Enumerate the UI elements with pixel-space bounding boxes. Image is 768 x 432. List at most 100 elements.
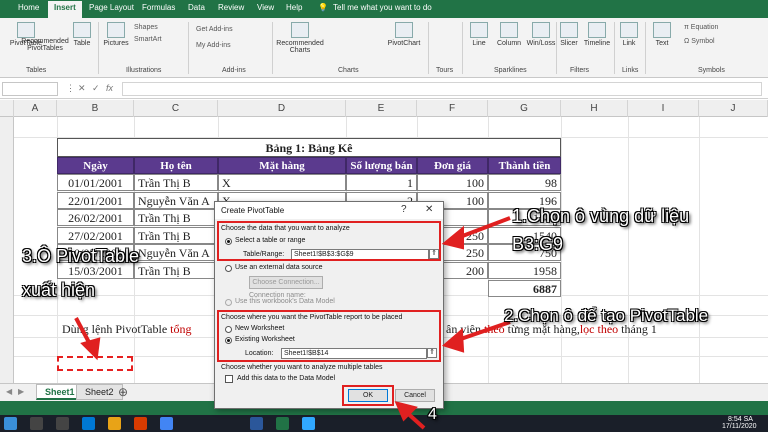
name-box[interactable]: [2, 82, 58, 96]
symbol-button[interactable]: Ω Symbol: [684, 38, 715, 45]
formula-input[interactable]: [122, 82, 762, 96]
recommended-pivottables-button[interactable]: Recommended PivotTables: [20, 38, 70, 52]
my-addins-button[interactable]: My Add-ins: [196, 42, 231, 49]
get-addins-button[interactable]: Get Add-ins: [196, 26, 233, 33]
search-icon[interactable]: [30, 417, 43, 430]
table-cell[interactable]: Nguyễn Văn A: [134, 244, 218, 262]
timeline-button[interactable]: Timeline: [582, 22, 612, 47]
file-explorer-icon[interactable]: [108, 417, 121, 430]
table-header-cell[interactable]: Đơn giá: [417, 157, 488, 174]
insert-function-icon[interactable]: fx: [106, 83, 113, 93]
column-header[interactable]: I: [628, 100, 699, 117]
sparkline-column-button[interactable]: Column: [494, 22, 524, 47]
slicer-button[interactable]: Slicer: [558, 22, 580, 47]
photoshop-icon[interactable]: [302, 417, 315, 430]
column-header[interactable]: E: [346, 100, 417, 117]
table-cell[interactable]: 1: [346, 174, 417, 191]
shapes-button[interactable]: Shapes: [134, 24, 158, 31]
column-header[interactable]: C: [134, 100, 218, 117]
tell-me-search[interactable]: Tell me what you want to do: [333, 3, 432, 12]
scroll-right-icon[interactable]: ▶: [18, 387, 24, 396]
column-header[interactable]: J: [699, 100, 768, 117]
column-header[interactable]: B: [57, 100, 134, 117]
table-header-cell[interactable]: Họ tên: [134, 157, 218, 174]
pivottable-icon: [17, 22, 35, 38]
table-cell[interactable]: Trần Thị B: [134, 226, 218, 244]
tab-formulas[interactable]: Formulas: [142, 3, 175, 12]
close-icon[interactable]: ✕: [425, 204, 433, 215]
table-cell[interactable]: 22/01/2001: [57, 191, 134, 209]
table-cell[interactable]: 100: [417, 174, 488, 191]
sheet-tab-sheet2[interactable]: Sheet2: [76, 384, 123, 400]
pivottable-target-cell[interactable]: [57, 356, 133, 371]
link-button[interactable]: Link: [618, 22, 640, 47]
help-icon[interactable]: ?: [401, 204, 407, 215]
equation-button[interactable]: π Equation: [684, 24, 718, 31]
select-all-corner[interactable]: [0, 100, 14, 117]
table-cell[interactable]: 27/02/2001: [57, 226, 134, 244]
table-icon: [73, 22, 91, 38]
table-cell[interactable]: Trần Thị B: [134, 209, 218, 227]
cancel-button[interactable]: Cancel: [395, 389, 435, 402]
table-cell[interactable]: X: [218, 174, 346, 191]
column-header[interactable]: A: [14, 100, 57, 117]
scroll-left-icon[interactable]: ◀: [6, 387, 12, 396]
column-header[interactable]: F: [417, 100, 488, 117]
table-header-cell[interactable]: Số lượng bán: [346, 157, 417, 174]
table-cell[interactable]: 1958: [488, 262, 561, 279]
tab-home[interactable]: Home: [18, 3, 39, 12]
table-button[interactable]: Table: [70, 22, 94, 47]
group-separator: [614, 22, 615, 74]
table-header-cell[interactable]: Mặt hàng: [218, 157, 346, 174]
table-header-cell[interactable]: Thành tiền: [488, 157, 561, 174]
ribbon-tabs: Home Insert Page Layout Formulas Data Re…: [0, 0, 768, 18]
recommended-charts-button[interactable]: Recommended Charts: [276, 22, 324, 54]
smartart-button[interactable]: SmartArt: [134, 36, 162, 43]
start-icon[interactable]: [4, 417, 17, 430]
table-cell[interactable]: Trần Thị B: [134, 262, 218, 279]
add-data-model-checkbox[interactable]: [225, 375, 233, 383]
picture-icon: [107, 22, 125, 38]
table-total-cell[interactable]: 6887: [488, 280, 561, 297]
text-button[interactable]: Text: [650, 22, 674, 47]
radio-data-model-label[interactable]: Use this workbook's Data Model: [235, 298, 335, 305]
sparkline-winloss-button[interactable]: Win/Loss: [526, 22, 556, 47]
tab-data[interactable]: Data: [188, 3, 205, 12]
edge-icon[interactable]: [82, 417, 95, 430]
tab-insert[interactable]: Insert: [48, 1, 82, 18]
chrome-icon[interactable]: [160, 417, 173, 430]
pictures-button[interactable]: Pictures: [101, 22, 131, 47]
column-header[interactable]: H: [561, 100, 628, 117]
table-cell[interactable]: 01/01/2001: [57, 174, 134, 191]
group-separator: [462, 22, 463, 74]
tab-help[interactable]: Help: [286, 3, 302, 12]
word-icon[interactable]: [250, 417, 263, 430]
table-cell[interactable]: Trần Thị B: [134, 174, 218, 191]
cancel-formula-icon[interactable]: ✕: [78, 83, 86, 94]
column-header[interactable]: D: [218, 100, 346, 117]
table-cell[interactable]: 26/02/2001: [57, 209, 134, 227]
table-cell[interactable]: Nguyễn Văn A: [134, 191, 218, 209]
add-sheet-icon[interactable]: ⊕: [118, 385, 128, 399]
radio-external-source[interactable]: [225, 265, 232, 272]
enter-formula-icon[interactable]: ✓: [92, 83, 100, 94]
table-header-cell[interactable]: Ngày: [57, 157, 134, 174]
tab-view[interactable]: View: [257, 3, 274, 12]
group-label-illustrations: Illustrations: [126, 67, 162, 74]
dialog-titlebar[interactable]: Create PivotTable ? ✕: [215, 202, 443, 219]
app-icon[interactable]: [134, 417, 147, 430]
section-multiple-tables-label: Choose whether you want to analyze multi…: [221, 364, 383, 371]
task-view-icon[interactable]: [56, 417, 69, 430]
tab-review[interactable]: Review: [218, 3, 244, 12]
tab-page-layout[interactable]: Page Layout: [89, 3, 134, 12]
sparkline-line-button[interactable]: Line: [468, 22, 490, 47]
choose-connection-button[interactable]: Choose Connection...: [249, 276, 323, 289]
column-header[interactable]: G: [488, 100, 561, 117]
pivotchart-button[interactable]: PivotChart: [384, 22, 424, 47]
table-cell[interactable]: 98: [488, 174, 561, 191]
chart-icon: [291, 22, 309, 38]
radio-external-source-label[interactable]: Use an external data source: [235, 264, 323, 271]
excel-icon[interactable]: [276, 417, 289, 430]
add-data-model-label[interactable]: Add this data to the Data Model: [237, 375, 335, 382]
radio-data-model[interactable]: [225, 299, 232, 306]
